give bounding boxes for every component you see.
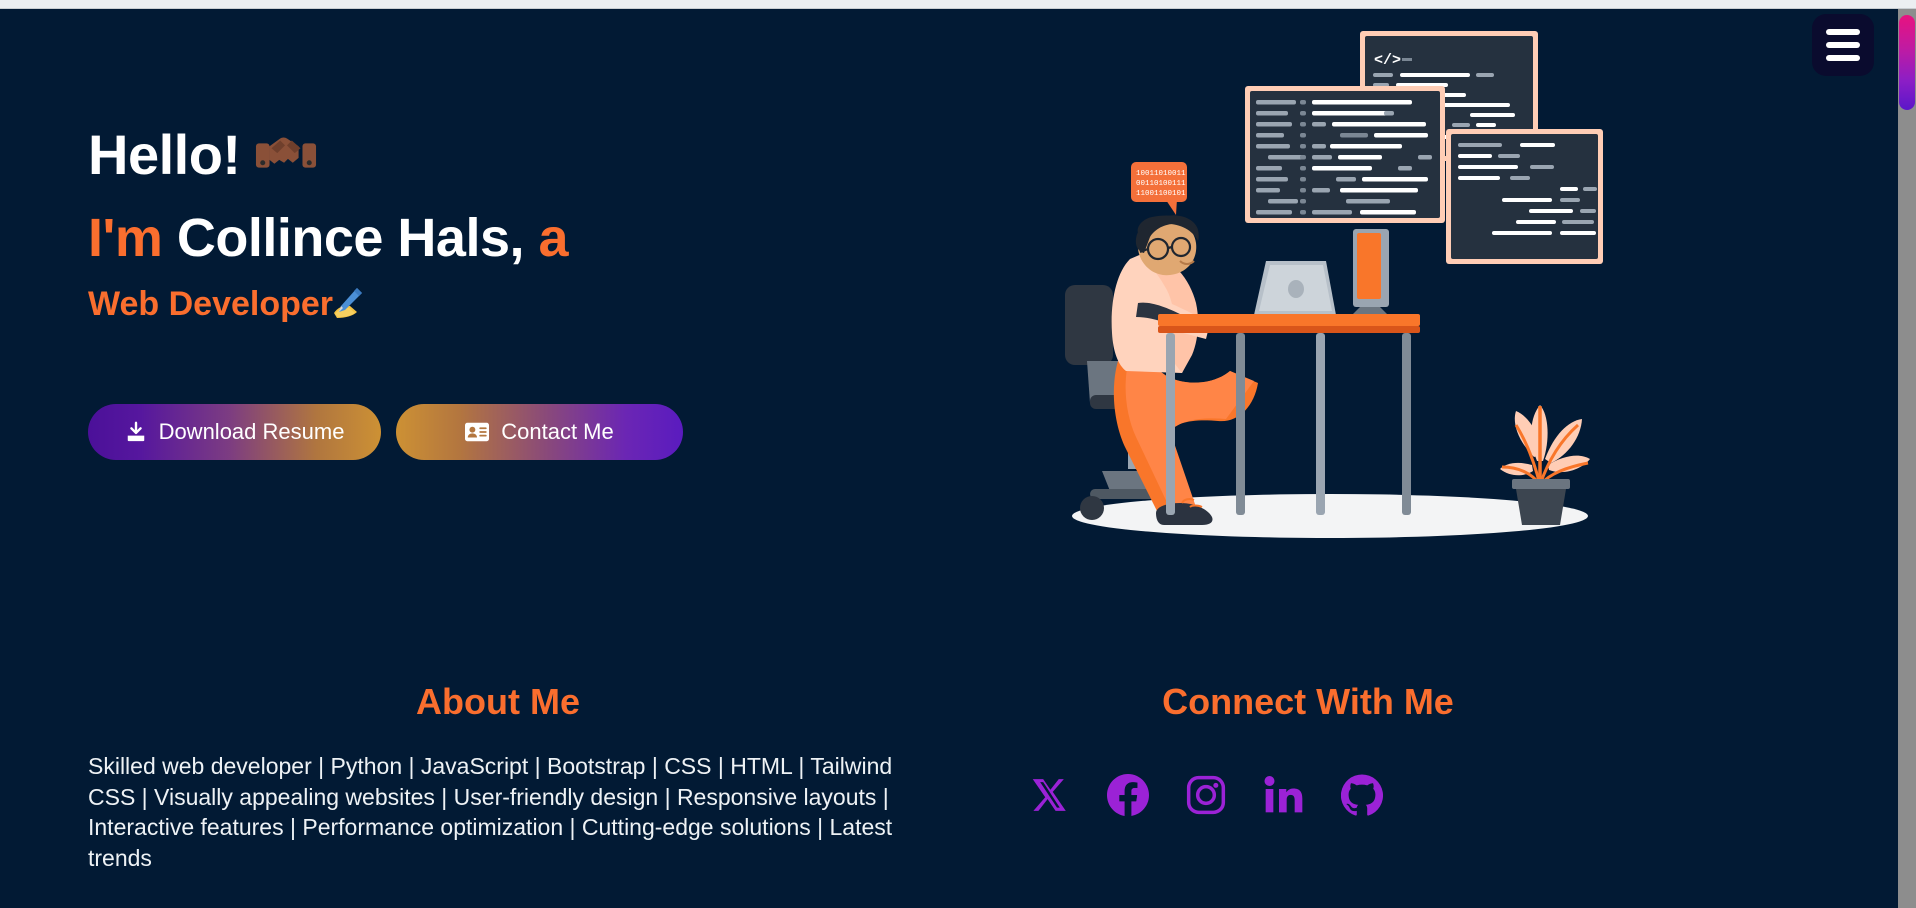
hero-role-line: Web Developer [88, 287, 848, 321]
x-twitter-icon [1031, 776, 1069, 819]
social-link-github[interactable] [1340, 774, 1384, 821]
hamburger-menu-button[interactable] [1812, 14, 1874, 76]
hero-intro-suffix: a [538, 208, 569, 268]
svg-text:</>: </> [1374, 52, 1401, 69]
github-icon [1340, 774, 1384, 821]
about-section: About Me Skilled web developer | Python … [88, 681, 908, 873]
connect-title: Connect With Me [1162, 681, 1454, 722]
download-icon [125, 421, 147, 443]
code-window-front [1245, 86, 1445, 223]
social-link-linkedin[interactable] [1262, 775, 1306, 819]
hero-greeting-text: Hello! [88, 123, 241, 186]
social-link-instagram[interactable] [1184, 775, 1228, 819]
social-link-facebook[interactable] [1106, 773, 1150, 821]
vertical-scrollbar-track[interactable] [1898, 9, 1916, 908]
hero-greeting: Hello! [88, 127, 848, 183]
developer-at-desk-illustration: </> 10011010011 00110100111 11001100101 [1040, 21, 1605, 546]
browser-top-strip [0, 0, 1916, 9]
contact-card-icon [465, 422, 490, 442]
desktop-monitor [1352, 229, 1389, 315]
code-window-right [1446, 129, 1603, 264]
facebook-icon [1107, 773, 1149, 821]
handshake-icon [255, 132, 317, 178]
linkedin-icon [1264, 775, 1304, 820]
laptop [1240, 261, 1346, 321]
svg-text:10011010011: 10011010011 [1136, 170, 1186, 178]
contact-me-label: Contact Me [501, 419, 614, 444]
download-resume-button[interactable]: Download Resume [88, 404, 381, 460]
page-viewport: Hello! I'm Collince Hals, a Web Develope… [0, 9, 1898, 908]
hamburger-bar-top [1826, 29, 1860, 35]
svg-text:11001100101: 11001100101 [1136, 190, 1186, 198]
hero-name-text: Collince Hals, [176, 208, 525, 268]
instagram-icon [1186, 775, 1226, 820]
hamburger-bar-bottom [1826, 55, 1860, 61]
hero-button-group: Download Resume Contact Me [88, 404, 683, 460]
writing-hand-icon [329, 287, 365, 321]
download-resume-label: Download Resume [158, 419, 345, 444]
svg-text:00110100111: 00110100111 [1136, 180, 1186, 188]
social-links-row [1018, 773, 1598, 821]
hero-section: Hello! I'm Collince Hals, a Web Develope… [0, 9, 1898, 549]
social-link-x-twitter[interactable] [1028, 775, 1072, 819]
hero-text-block: Hello! I'm Collince Hals, a Web Develope… [88, 127, 848, 322]
about-title: About Me [416, 681, 580, 722]
hero-role-text: Web Developer [88, 285, 334, 323]
hero-intro-prefix: I'm [88, 208, 163, 268]
binary-speech-bubble: 10011010011 00110100111 11001100101 [1131, 162, 1187, 215]
about-body-text: Skilled web developer | Python | JavaScr… [88, 753, 893, 871]
vertical-scrollbar-thumb[interactable] [1899, 15, 1915, 110]
hero-name-line: I'm Collince Hals, a [88, 211, 848, 265]
hamburger-bar-middle [1826, 42, 1860, 48]
contact-me-button[interactable]: Contact Me [396, 404, 683, 460]
connect-section: Connect With Me [1018, 681, 1598, 819]
